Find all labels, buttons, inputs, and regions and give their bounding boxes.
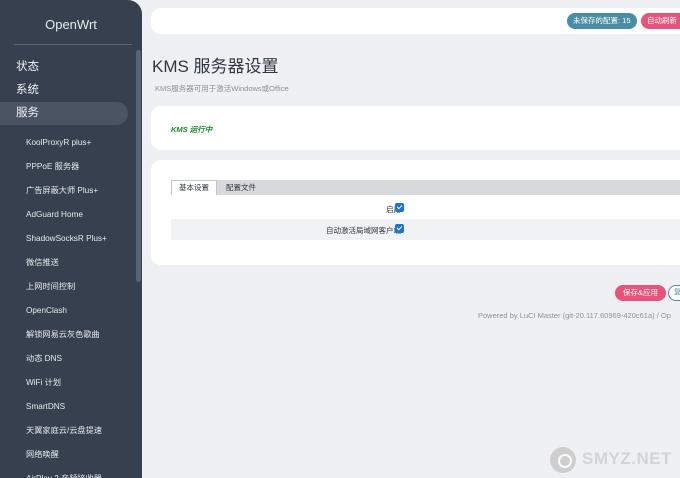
sidebar-subitem-ssr[interactable]: ShadowSocksR Plus+ (0, 227, 134, 251)
sidebar-subitem-wechat-push[interactable]: 微信推送 (0, 251, 134, 275)
sidebar-subitem-wol[interactable]: 网络唤醒 (0, 443, 134, 467)
settings-tabs: 基本设置 配置文件 (171, 180, 680, 195)
sidebar-subitem-time-control[interactable]: 上网时间控制 (0, 275, 134, 299)
sidebar-subitem-koolproxyr[interactable]: KoolProxyR plus+ (0, 131, 134, 155)
topbar: 未保存的配置: 15 自动刷新 (151, 8, 680, 34)
sidebar-subitem-netease-unlock[interactable]: 解锁网易云灰色歌曲 (0, 323, 134, 347)
tab-config-file[interactable]: 配置文件 (219, 180, 263, 195)
auto-activate-label: 自动激活局域网客户端 (326, 226, 401, 235)
unsaved-changes-badge[interactable]: 未保存的配置: 15 (567, 13, 637, 29)
save-button[interactable]: 复 (668, 285, 680, 301)
save-apply-button[interactable]: 保存&应用 (615, 285, 667, 301)
sidebar-item-system[interactable]: 系统 (0, 79, 134, 102)
brand-divider (14, 44, 132, 45)
sidebar-subitem-airplay[interactable]: AirPlay 2 音频接收器 (0, 467, 134, 478)
auto-refresh-button[interactable]: 自动刷新 (641, 13, 680, 29)
sidebar-subitem-pppoe[interactable]: PPPoE 服务器 (0, 155, 134, 179)
powered-by-footer: Powered by LuCI Master (git-20.117.60969… (478, 311, 671, 320)
status-card: KMS 运行中 (151, 106, 680, 150)
settings-card: 基本设置 配置文件 启用 自动激活局域网客户端 (151, 160, 680, 265)
auto-activate-checkbox[interactable] (395, 224, 404, 233)
sidebar-item-services[interactable]: 服务 (0, 102, 128, 125)
sidebar-subitem-ddns[interactable]: 动态 DNS (0, 347, 134, 371)
sidebar-subitem-adblock[interactable]: 广告屏蔽大师 Plus+ (0, 179, 134, 203)
sidebar: OpenWrt 状态 系统 服务 KoolProxyR plus+ PPPoE … (0, 0, 142, 478)
service-status-text: KMS 运行中 (171, 125, 213, 134)
brand-title[interactable]: OpenWrt (0, 0, 142, 46)
sidebar-subitem-wifi-schedule[interactable]: WiFi 计划 (0, 371, 134, 395)
watermark-logo-icon (550, 447, 576, 473)
sidebar-subitem-smartdns[interactable]: SmartDNS (0, 395, 134, 419)
setting-row-auto-activate: 自动激活局域网客户端 (171, 219, 680, 240)
watermark: SMYZ.NET (550, 445, 680, 475)
sidebar-item-status[interactable]: 状态 (0, 56, 134, 79)
watermark-text: SMYZ.NET (582, 449, 672, 468)
setting-row-enable: 启用 (171, 198, 680, 219)
tab-basic-settings[interactable]: 基本设置 (171, 180, 217, 195)
page-title: KMS 服务器设置 (152, 57, 279, 76)
sidebar-scrollbar[interactable] (136, 50, 141, 282)
sidebar-subitem-adguard[interactable]: AdGuard Home (0, 203, 134, 227)
enable-checkbox[interactable] (395, 203, 404, 212)
sidebar-subitem-openclash[interactable]: OpenClash (0, 299, 134, 323)
sidebar-subitem-cloud-speed[interactable]: 天翼家庭云/云盘提速 (0, 419, 134, 443)
sidebar-menu: 状态 系统 服务 KoolProxyR plus+ PPPoE 服务器 广告屏蔽… (0, 56, 134, 478)
page-description: KMS服务器可用于激活Windows或Office (155, 84, 289, 93)
